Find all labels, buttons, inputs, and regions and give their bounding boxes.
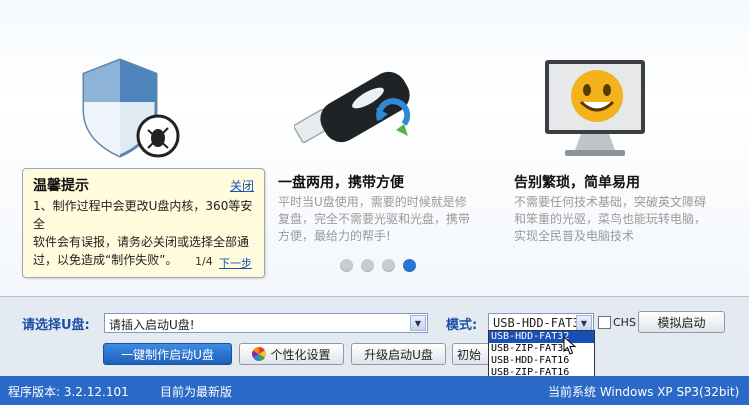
carousel-dot-1[interactable]: [340, 259, 353, 272]
mode-label: 模式:: [446, 318, 478, 333]
mode-dropdown-list: USB-HDD-FAT32 USB-ZIP-FAT32 USB-HDD-FAT1…: [488, 330, 595, 380]
personalize-button[interactable]: 个性化设置: [239, 343, 344, 365]
chevron-down-icon[interactable]: ▼: [410, 315, 426, 331]
tip-title: 温馨提示: [33, 178, 89, 194]
chevron-down-icon[interactable]: ▼: [576, 315, 592, 331]
feature-desc-easy: 不需要任何技术基础，突破英文障碍 和笨重的光驱，菜鸟也能玩转电脑， 实现全民普及…: [514, 195, 707, 243]
status-bar: 程序版本: 3.2.12.101 目前为最新版 当前系统 Windows XP …: [0, 376, 749, 405]
feature-title-easy: 告别繁琐，简单易用: [514, 175, 640, 191]
mode-select-value: USB-HDD-FAT32: [493, 316, 587, 330]
system-info-text: 当前系统 Windows XP SP3(32bit): [548, 385, 740, 399]
feature-desc-portable: 平时当U盘使用，需要的时候就是修 复盘，完全不需要光驱和光盘，携带 方便，最给力…: [278, 195, 471, 243]
tip-page-indicator: 1/4: [195, 255, 213, 268]
tip-close-link[interactable]: 关闭: [230, 177, 254, 194]
usb-drive-icon: [294, 71, 411, 144]
cursor-icon: [563, 336, 577, 355]
simulate-boot-button[interactable]: 模拟启动: [638, 311, 725, 333]
version-text: 程序版本: 3.2.12.101: [8, 385, 129, 399]
hero-banner: 一盘两用，携带方便 平时当U盘使用，需要的时候就是修 复盘，完全不需要光驱和光盘…: [0, 0, 749, 296]
control-panel: 请选择U盘: 请插入启动U盘! ▼ 模式: USB-HDD-FAT32 ▼ CH…: [0, 296, 749, 377]
tip-box: 温馨提示 关闭 1、制作过程中会更改U盘内核，360等安全 软件会有误报，请务必…: [22, 168, 265, 278]
make-boot-usb-button[interactable]: 一键制作启动U盘: [103, 343, 232, 365]
monitor-smile-icon: [545, 60, 645, 156]
shield-bug-icon: [82, 58, 180, 158]
tip-next-link[interactable]: 下一步: [219, 255, 252, 271]
carousel-dots: [340, 259, 416, 272]
carousel-dot-3[interactable]: [382, 259, 395, 272]
color-wheel-icon: [252, 347, 267, 361]
carousel-dot-2[interactable]: [361, 259, 374, 272]
upgrade-usb-button[interactable]: 升级启动U盘: [351, 343, 446, 365]
feature-title-portable: 一盘两用，携带方便: [278, 175, 404, 191]
mode-option-usb-hdd-fat16[interactable]: USB-HDD-FAT16: [489, 355, 594, 367]
latest-version-text: 目前为最新版: [160, 385, 233, 399]
carousel-dot-4[interactable]: [403, 259, 416, 272]
usb-select-dropdown[interactable]: 请插入启动U盘! ▼: [104, 313, 428, 333]
mode-option-usb-zip-fat32[interactable]: USB-ZIP-FAT32: [489, 343, 594, 355]
usb-select-value: 请插入启动U盘!: [109, 318, 195, 332]
chs-label: CHS: [613, 316, 636, 329]
personalize-label: 个性化设置: [270, 347, 331, 362]
init-button[interactable]: 初始: [452, 343, 492, 365]
chs-checkbox[interactable]: [598, 316, 611, 329]
usb-select-label: 请选择U盘:: [22, 318, 90, 333]
mode-option-usb-hdd-fat32[interactable]: USB-HDD-FAT32: [489, 331, 594, 343]
